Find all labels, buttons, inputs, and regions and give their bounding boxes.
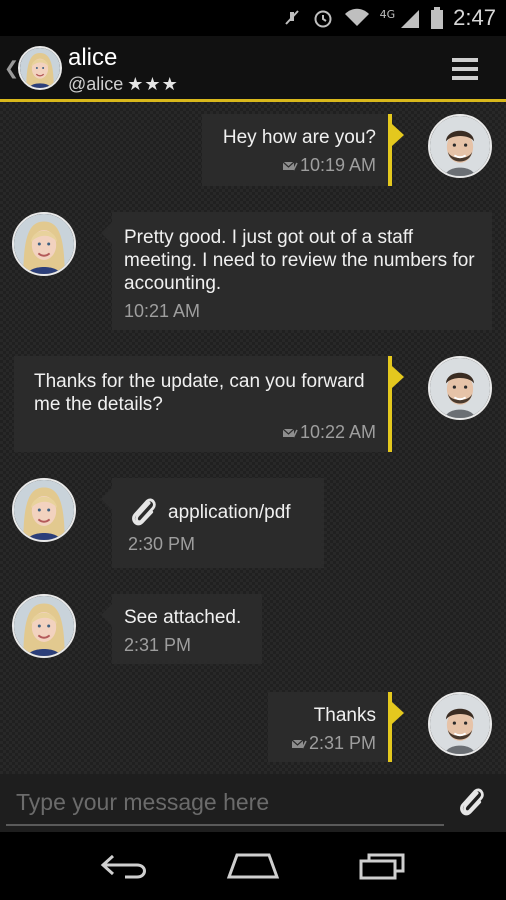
- sent-check-icon: [282, 160, 298, 172]
- message-bubble-outgoing[interactable]: Hey how are you? 10:19 AM: [202, 114, 404, 186]
- mute-icon: [282, 8, 302, 28]
- my-avatar[interactable]: [428, 114, 492, 178]
- system-nav-bar: [0, 832, 506, 900]
- paperclip-icon[interactable]: [456, 784, 488, 820]
- message-text: Thanks: [313, 705, 376, 726]
- contact-handle: @alice ★★★: [68, 74, 179, 95]
- battery-icon: [431, 7, 444, 29]
- attachment-type: application/pdf: [168, 501, 291, 523]
- attachment-bubble[interactable]: application/pdf 2:30 PM: [101, 478, 324, 568]
- contact-avatar[interactable]: [12, 212, 76, 276]
- sent-check-icon: [291, 738, 307, 750]
- message-time: 2:30 PM: [128, 534, 196, 554]
- my-avatar[interactable]: [428, 692, 492, 756]
- status-time: 2:47: [453, 5, 496, 30]
- attachment-link[interactable]: application/pdf: [128, 494, 310, 530]
- contact-handle-text: @alice: [68, 74, 124, 94]
- contact-avatar[interactable]: [18, 46, 62, 90]
- message-composer: [0, 774, 506, 832]
- message-bubble-outgoing[interactable]: Thanks 2:31 PM: [268, 692, 404, 762]
- message-input[interactable]: [6, 780, 444, 826]
- back-icon[interactable]: [96, 848, 152, 884]
- contact-avatar[interactable]: [12, 478, 76, 542]
- status-bar: 4G 2:47: [0, 0, 506, 36]
- contact-rating: ★★★: [127, 74, 179, 94]
- message-time: 10:22 AM: [34, 422, 376, 443]
- contact-avatar[interactable]: [12, 594, 76, 658]
- sent-check-icon: [282, 427, 298, 439]
- wifi-icon: [344, 8, 370, 28]
- message-text: See attached.: [124, 607, 242, 628]
- message-text: Pretty good. I just got out of a staff m…: [124, 227, 475, 294]
- message-bubble-outgoing[interactable]: Thanks for the update, can you forward m…: [14, 356, 404, 452]
- message-bubble-incoming[interactable]: Pretty good. I just got out of a staff m…: [101, 212, 492, 330]
- network-type: 4G: [379, 7, 396, 21]
- contact-name: alice: [68, 44, 118, 71]
- message-bubble-incoming[interactable]: See attached. 2:31 PM: [101, 594, 262, 664]
- paperclip-icon: [128, 494, 160, 530]
- message-text: Thanks for the update, can you forward m…: [34, 371, 365, 415]
- hamburger-icon[interactable]: [452, 58, 478, 80]
- alarm-icon: [312, 7, 334, 29]
- message-time: 2:31 PM: [124, 635, 192, 655]
- action-bar: ❮ alice @alice ★★★: [0, 36, 506, 102]
- signal-icon: [399, 8, 421, 28]
- chevron-left-icon[interactable]: ❮: [4, 58, 19, 79]
- message-time: 2:31 PM: [278, 733, 376, 754]
- recents-icon[interactable]: [354, 848, 410, 884]
- message-time: 10:19 AM: [212, 155, 376, 176]
- message-time: 10:21 AM: [124, 301, 201, 321]
- home-icon[interactable]: [225, 848, 281, 884]
- my-avatar[interactable]: [428, 356, 492, 420]
- message-text: Hey how are you?: [222, 127, 376, 148]
